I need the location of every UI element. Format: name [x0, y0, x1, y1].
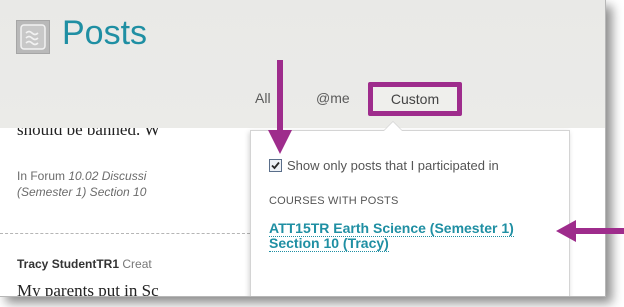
- check-icon: [271, 161, 280, 170]
- post-divider: [0, 233, 250, 234]
- courses-section-label: COURSES WITH POSTS: [269, 195, 399, 207]
- posts-panel: Posts All @me Custom should be banned. W…: [0, 0, 606, 297]
- page-title: Posts: [62, 14, 148, 52]
- post-body: My parents put in Sc: [17, 281, 159, 297]
- annotation-arrow-left-icon: [556, 220, 624, 242]
- participated-filter[interactable]: Show only posts that I participated in: [269, 158, 499, 173]
- post-author[interactable]: Tracy StudentTR1: [17, 257, 119, 271]
- posts-icon: [16, 20, 50, 54]
- post-author-line: Tracy StudentTR1 Creat: [17, 257, 152, 271]
- course-link[interactable]: ATT15TR Earth Science (Semester 1) Secti…: [269, 220, 561, 252]
- tab-custom-label: Custom: [390, 91, 440, 107]
- course-link-text: ATT15TR Earth Science (Semester 1) Secti…: [269, 220, 514, 252]
- forum-link[interactable]: 10.02 Discussi: [68, 169, 146, 183]
- forum-line: In Forum 10.02 Discussi (Semester 1) Sec…: [17, 168, 249, 200]
- tab-custom[interactable]: Custom: [368, 82, 462, 116]
- post-snippet-text: should be banned. W: [17, 128, 161, 139]
- post-snippet: should be banned. W: [17, 128, 160, 142]
- annotation-arrow-down-icon: [268, 60, 292, 154]
- participated-checkbox[interactable]: [269, 159, 282, 172]
- tab-me[interactable]: @me: [316, 90, 350, 106]
- participated-filter-label: Show only posts that I participated in: [287, 158, 499, 173]
- custom-filter-popover: Show only posts that I participated in C…: [250, 121, 570, 296]
- forum-course: (Semester 1) Section 10: [17, 185, 147, 199]
- forum-prefix: In Forum: [17, 169, 69, 183]
- post-action: Creat: [119, 257, 152, 271]
- popover-arrow-inner: [384, 122, 402, 131]
- posts-header: Posts All @me Custom: [0, 0, 605, 128]
